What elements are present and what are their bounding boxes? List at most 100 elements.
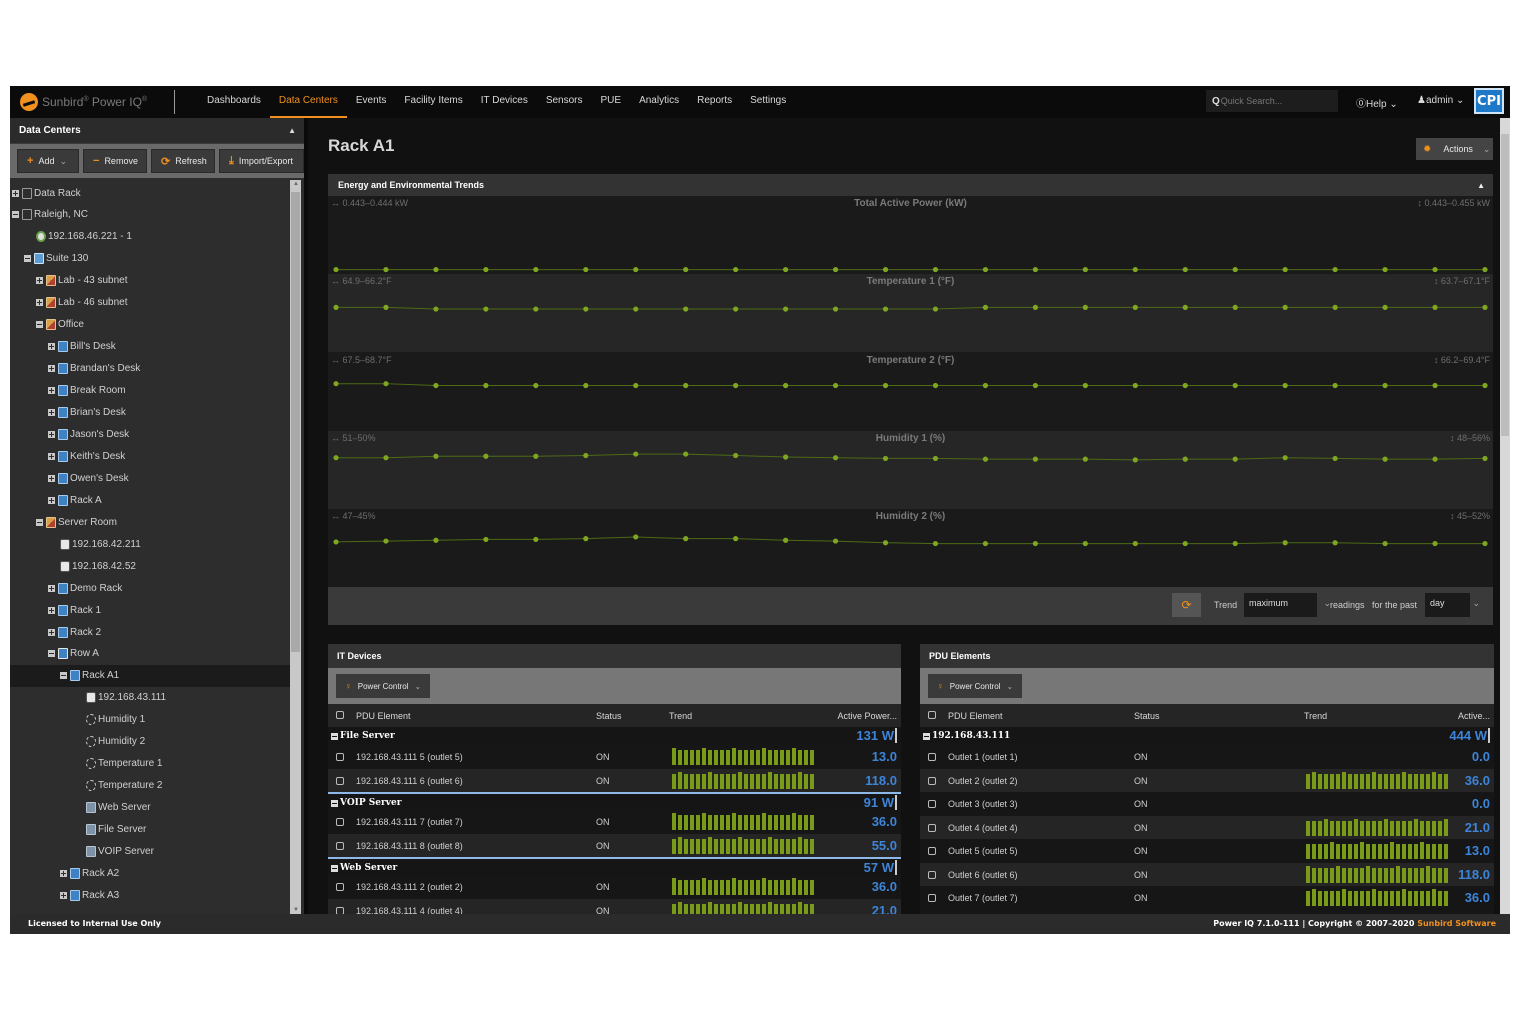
column-header-element[interactable]: PDU Element xyxy=(356,711,411,721)
add-button[interactable]: + Add ⌄ xyxy=(17,149,79,173)
trend-point[interactable] xyxy=(1382,382,1388,388)
trend-point[interactable] xyxy=(1182,382,1188,388)
group-row[interactable]: VOIP Server 91 W xyxy=(328,792,901,810)
row-checkbox[interactable] xyxy=(928,894,936,902)
trend-point[interactable] xyxy=(1182,266,1188,273)
tree-node[interactable]: File Server xyxy=(10,819,290,841)
trend-point[interactable] xyxy=(383,538,389,544)
nav-tab-facility-items[interactable]: Facility Items xyxy=(395,86,471,118)
tree-node[interactable]: 192.168.42.52 xyxy=(10,555,290,577)
trend-point[interactable] xyxy=(1282,382,1288,388)
trend-point[interactable] xyxy=(483,382,489,388)
trend-point[interactable] xyxy=(932,541,939,547)
trend-point[interactable] xyxy=(1082,305,1088,311)
quick-search-input[interactable] xyxy=(1220,96,1331,106)
trend-point[interactable] xyxy=(783,382,789,388)
trend-point[interactable] xyxy=(583,452,589,459)
collapse-icon[interactable] xyxy=(12,211,19,219)
collapse-icon[interactable] xyxy=(60,672,67,680)
trend-point[interactable] xyxy=(383,266,389,273)
table-row[interactable]: 192.168.43.111 6 (outlet 6) ON 118.0 xyxy=(328,768,901,792)
trend-point[interactable] xyxy=(633,266,639,273)
table-row[interactable]: 192.168.43.111 7 (outlet 7) ON 36.0 xyxy=(328,810,901,834)
scroll-thumb[interactable] xyxy=(1501,134,1509,436)
trend-point[interactable] xyxy=(982,305,989,311)
trend-point[interactable] xyxy=(1432,541,1438,547)
trend-point[interactable] xyxy=(1082,382,1088,388)
expand-icon[interactable] xyxy=(48,606,55,614)
row-checkbox[interactable] xyxy=(336,776,344,785)
tree-node[interactable]: Break Room xyxy=(10,380,290,402)
tree-node[interactable]: VOIP Server xyxy=(10,841,290,863)
trend-type-select[interactable]: maximum ⌄ xyxy=(1244,593,1331,617)
trend-point[interactable] xyxy=(1232,266,1238,273)
tree-node[interactable]: Keith's Desk xyxy=(10,445,290,467)
row-checkbox[interactable] xyxy=(928,847,936,855)
sunbird-logo[interactable]: Sunbird® Power IQ® xyxy=(20,92,147,112)
trend-point[interactable] xyxy=(433,537,439,544)
trend-point[interactable] xyxy=(832,382,839,388)
table-row[interactable]: 192.168.43.111 4 (outlet 4) ON 21.0 xyxy=(328,898,901,914)
trend-point[interactable] xyxy=(1432,382,1438,388)
row-checkbox[interactable] xyxy=(928,800,936,808)
trend-point[interactable] xyxy=(1382,305,1388,311)
expand-icon[interactable] xyxy=(48,409,55,416)
trend-point[interactable] xyxy=(633,534,639,540)
table-row[interactable]: 192.168.43.111 2 (outlet 2) ON 36.0 xyxy=(328,875,901,899)
trend-point[interactable] xyxy=(733,452,739,459)
group-row[interactable]: Web Server 57 W xyxy=(328,857,901,875)
trend-point[interactable] xyxy=(1182,456,1188,462)
tree-node[interactable]: Suite 130 xyxy=(10,248,290,270)
trend-point[interactable] xyxy=(882,540,889,546)
expand-icon[interactable] xyxy=(48,365,55,373)
trend-point[interactable] xyxy=(1232,382,1238,388)
expand-icon[interactable] xyxy=(48,452,55,460)
vendor-link[interactable]: Sunbird Software xyxy=(1417,919,1496,928)
trend-point[interactable] xyxy=(733,536,739,542)
refresh-button[interactable]: ⟳ Refresh xyxy=(151,149,215,173)
trend-point[interactable] xyxy=(383,305,389,311)
nav-tab-it-devices[interactable]: IT Devices xyxy=(472,86,537,118)
trend-point[interactable] xyxy=(783,537,789,544)
trend-point[interactable] xyxy=(583,382,589,388)
expand-icon[interactable] xyxy=(60,869,67,877)
trend-point[interactable] xyxy=(583,536,589,542)
trend-point[interactable] xyxy=(1232,541,1238,547)
trend-point[interactable] xyxy=(832,266,839,273)
refresh-trend-button[interactable]: ⟳ xyxy=(1172,593,1201,617)
collapse-icon[interactable]: ▲ xyxy=(1477,181,1485,190)
trend-point[interactable] xyxy=(1432,305,1438,311)
scroll-thumb[interactable] xyxy=(291,192,300,652)
row-checkbox[interactable] xyxy=(928,753,936,761)
tree-node[interactable]: Humidity 1 xyxy=(10,709,290,731)
trend-point[interactable] xyxy=(633,382,639,388)
tree-node[interactable]: Humidity 2 xyxy=(10,731,290,753)
trend-point[interactable] xyxy=(1082,541,1088,547)
trend-point[interactable] xyxy=(982,266,989,273)
trend-point[interactable] xyxy=(1032,541,1038,547)
expand-icon[interactable] xyxy=(48,584,55,592)
scroll-down-icon[interactable]: ▼ xyxy=(293,907,299,913)
trend-point[interactable] xyxy=(1482,305,1488,311)
trend-point[interactable] xyxy=(1032,456,1038,462)
table-row[interactable]: Outlet 5 (outlet 5) ON 13.0 xyxy=(920,839,1494,863)
group-label[interactable]: VOIP Server xyxy=(331,798,401,808)
trend-point[interactable] xyxy=(1332,305,1338,311)
tree-node[interactable]: Rack A1 xyxy=(10,664,290,687)
trend-point[interactable] xyxy=(1332,540,1338,546)
table-row[interactable]: Outlet 4 (outlet 4) ON 21.0 xyxy=(920,815,1494,839)
trend-point[interactable] xyxy=(1332,455,1338,461)
trend-point[interactable] xyxy=(932,382,939,388)
trend-point[interactable] xyxy=(333,539,339,545)
trend-point[interactable] xyxy=(1282,540,1288,546)
tree-node[interactable]: Rack 1 xyxy=(10,599,290,621)
power-control-button[interactable]: ♀ Power Control ⌄ xyxy=(928,674,1023,698)
trend-point[interactable] xyxy=(433,266,439,273)
trend-point[interactable] xyxy=(483,266,489,273)
trend-point[interactable] xyxy=(932,266,939,273)
trend-point[interactable] xyxy=(733,382,739,388)
trend-point[interactable] xyxy=(433,453,439,459)
collapse-icon[interactable] xyxy=(24,255,31,263)
group-label[interactable]: File Server xyxy=(331,731,395,741)
nav-tab-reports[interactable]: Reports xyxy=(688,86,741,118)
